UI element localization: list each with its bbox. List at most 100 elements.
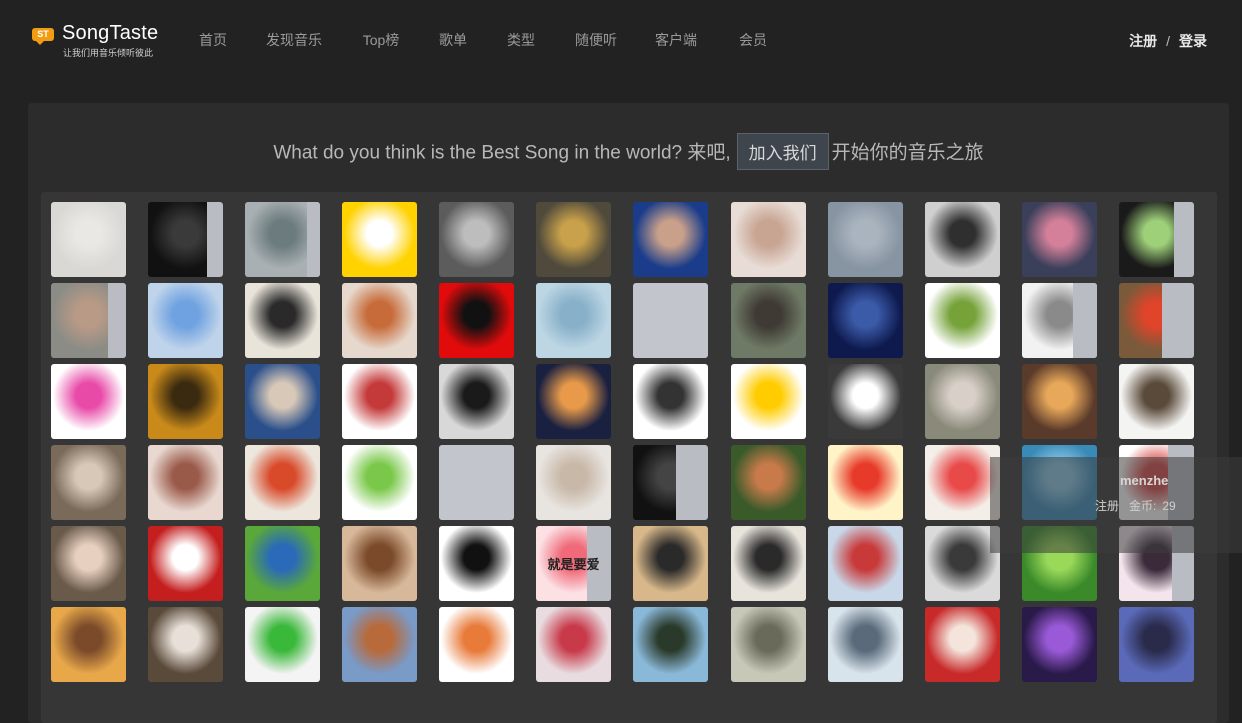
avatar-image <box>1119 607 1194 682</box>
site-logo[interactable]: ST SongTaste 让我们用音乐倾听彼此 <box>32 22 172 62</box>
user-avatar[interactable] <box>245 445 320 520</box>
user-avatar[interactable] <box>439 526 514 601</box>
nav-item-playlist[interactable]: 歌单 <box>429 0 477 68</box>
user-avatar[interactable] <box>633 202 708 277</box>
user-avatar[interactable] <box>731 445 806 520</box>
nav-item-random[interactable]: 随便听 <box>566 0 626 68</box>
user-avatar[interactable] <box>536 607 611 682</box>
login-link[interactable]: 登录 <box>1179 33 1207 49</box>
user-avatar[interactable] <box>731 283 806 358</box>
user-avatar[interactable] <box>342 364 417 439</box>
user-avatar[interactable] <box>245 526 320 601</box>
user-avatar[interactable] <box>148 526 223 601</box>
avatar-image <box>925 445 1000 520</box>
user-avatar[interactable] <box>439 283 514 358</box>
user-avatar[interactable] <box>148 283 223 358</box>
avatar-image <box>925 202 1000 277</box>
user-avatar[interactable] <box>925 283 1000 358</box>
user-avatar[interactable] <box>828 364 903 439</box>
user-avatar[interactable] <box>439 364 514 439</box>
user-avatar[interactable] <box>925 526 1000 601</box>
user-avatar[interactable] <box>828 445 903 520</box>
nav-item-home[interactable]: 首页 <box>179 0 247 68</box>
user-avatar[interactable] <box>633 526 708 601</box>
user-avatar[interactable] <box>51 364 126 439</box>
user-avatar[interactable] <box>148 364 223 439</box>
user-avatar[interactable] <box>536 364 611 439</box>
user-avatar[interactable] <box>828 202 903 277</box>
user-avatar[interactable] <box>536 283 611 358</box>
user-avatar[interactable] <box>342 526 417 601</box>
avatar-image <box>828 445 903 520</box>
user-avatar[interactable] <box>731 526 806 601</box>
user-avatar[interactable] <box>925 607 1000 682</box>
user-avatar[interactable] <box>633 283 708 358</box>
user-avatar[interactable] <box>51 526 126 601</box>
user-avatar[interactable] <box>148 202 223 277</box>
user-avatar[interactable] <box>731 607 806 682</box>
avatar-image <box>148 607 223 682</box>
user-avatar[interactable] <box>828 283 903 358</box>
user-avatar[interactable] <box>439 607 514 682</box>
user-avatar[interactable] <box>1119 364 1194 439</box>
user-avatar[interactable] <box>245 202 320 277</box>
avatar-image <box>342 202 417 277</box>
user-avatar[interactable] <box>1022 445 1097 520</box>
user-avatar[interactable] <box>51 202 126 277</box>
user-avatar[interactable] <box>633 364 708 439</box>
user-avatar[interactable] <box>342 445 417 520</box>
avatar-image <box>148 283 223 358</box>
avatar-image <box>1022 364 1097 439</box>
user-avatar[interactable] <box>148 607 223 682</box>
nav-item-discover[interactable]: 发现音乐 <box>259 0 329 68</box>
user-avatar[interactable] <box>1022 526 1097 601</box>
user-avatar[interactable] <box>342 607 417 682</box>
user-avatar[interactable] <box>1022 283 1097 358</box>
nav-item-genre[interactable]: 类型 <box>497 0 545 68</box>
user-avatar[interactable] <box>731 364 806 439</box>
user-avatar[interactable] <box>439 202 514 277</box>
user-avatar[interactable] <box>1119 526 1194 601</box>
user-avatar[interactable] <box>828 607 903 682</box>
user-avatar[interactable] <box>633 445 708 520</box>
nav-item-top[interactable]: Top榜 <box>353 0 409 68</box>
user-avatar[interactable] <box>1022 607 1097 682</box>
register-link[interactable]: 注册 <box>1129 33 1157 49</box>
user-avatar[interactable] <box>148 445 223 520</box>
user-avatar[interactable] <box>1119 607 1194 682</box>
avatar-image <box>51 526 126 601</box>
user-avatar[interactable] <box>51 283 126 358</box>
user-avatar[interactable] <box>536 202 611 277</box>
user-avatar[interactable] <box>731 202 806 277</box>
avatar-image <box>342 607 417 682</box>
user-avatar[interactable] <box>342 202 417 277</box>
avatar-image <box>633 364 708 439</box>
user-avatar[interactable] <box>245 364 320 439</box>
user-avatar[interactable] <box>1119 445 1194 520</box>
user-avatar[interactable] <box>245 607 320 682</box>
join-button[interactable]: 加入我们 <box>736 133 829 170</box>
avatar-padding <box>1168 445 1194 520</box>
nav-item-member[interactable]: 会员 <box>729 0 777 68</box>
user-avatar[interactable] <box>51 445 126 520</box>
user-avatar[interactable] <box>342 283 417 358</box>
user-avatar[interactable] <box>245 283 320 358</box>
avatar-image <box>51 445 126 520</box>
user-avatar[interactable] <box>51 607 126 682</box>
avatar-image <box>536 607 611 682</box>
user-avatar[interactable] <box>536 445 611 520</box>
user-avatar[interactable] <box>925 202 1000 277</box>
user-avatar[interactable] <box>1022 364 1097 439</box>
user-avatar[interactable]: 就是要爱 <box>536 526 611 601</box>
user-avatar[interactable] <box>1022 202 1097 277</box>
user-avatar[interactable] <box>1119 283 1194 358</box>
user-avatar[interactable] <box>925 445 1000 520</box>
user-avatar[interactable] <box>439 445 514 520</box>
avatar-image <box>342 445 417 520</box>
avatar-image <box>731 445 806 520</box>
user-avatar[interactable] <box>828 526 903 601</box>
nav-item-client[interactable]: 客户端 <box>646 0 706 68</box>
user-avatar[interactable] <box>1119 202 1194 277</box>
user-avatar[interactable] <box>925 364 1000 439</box>
user-avatar[interactable] <box>633 607 708 682</box>
